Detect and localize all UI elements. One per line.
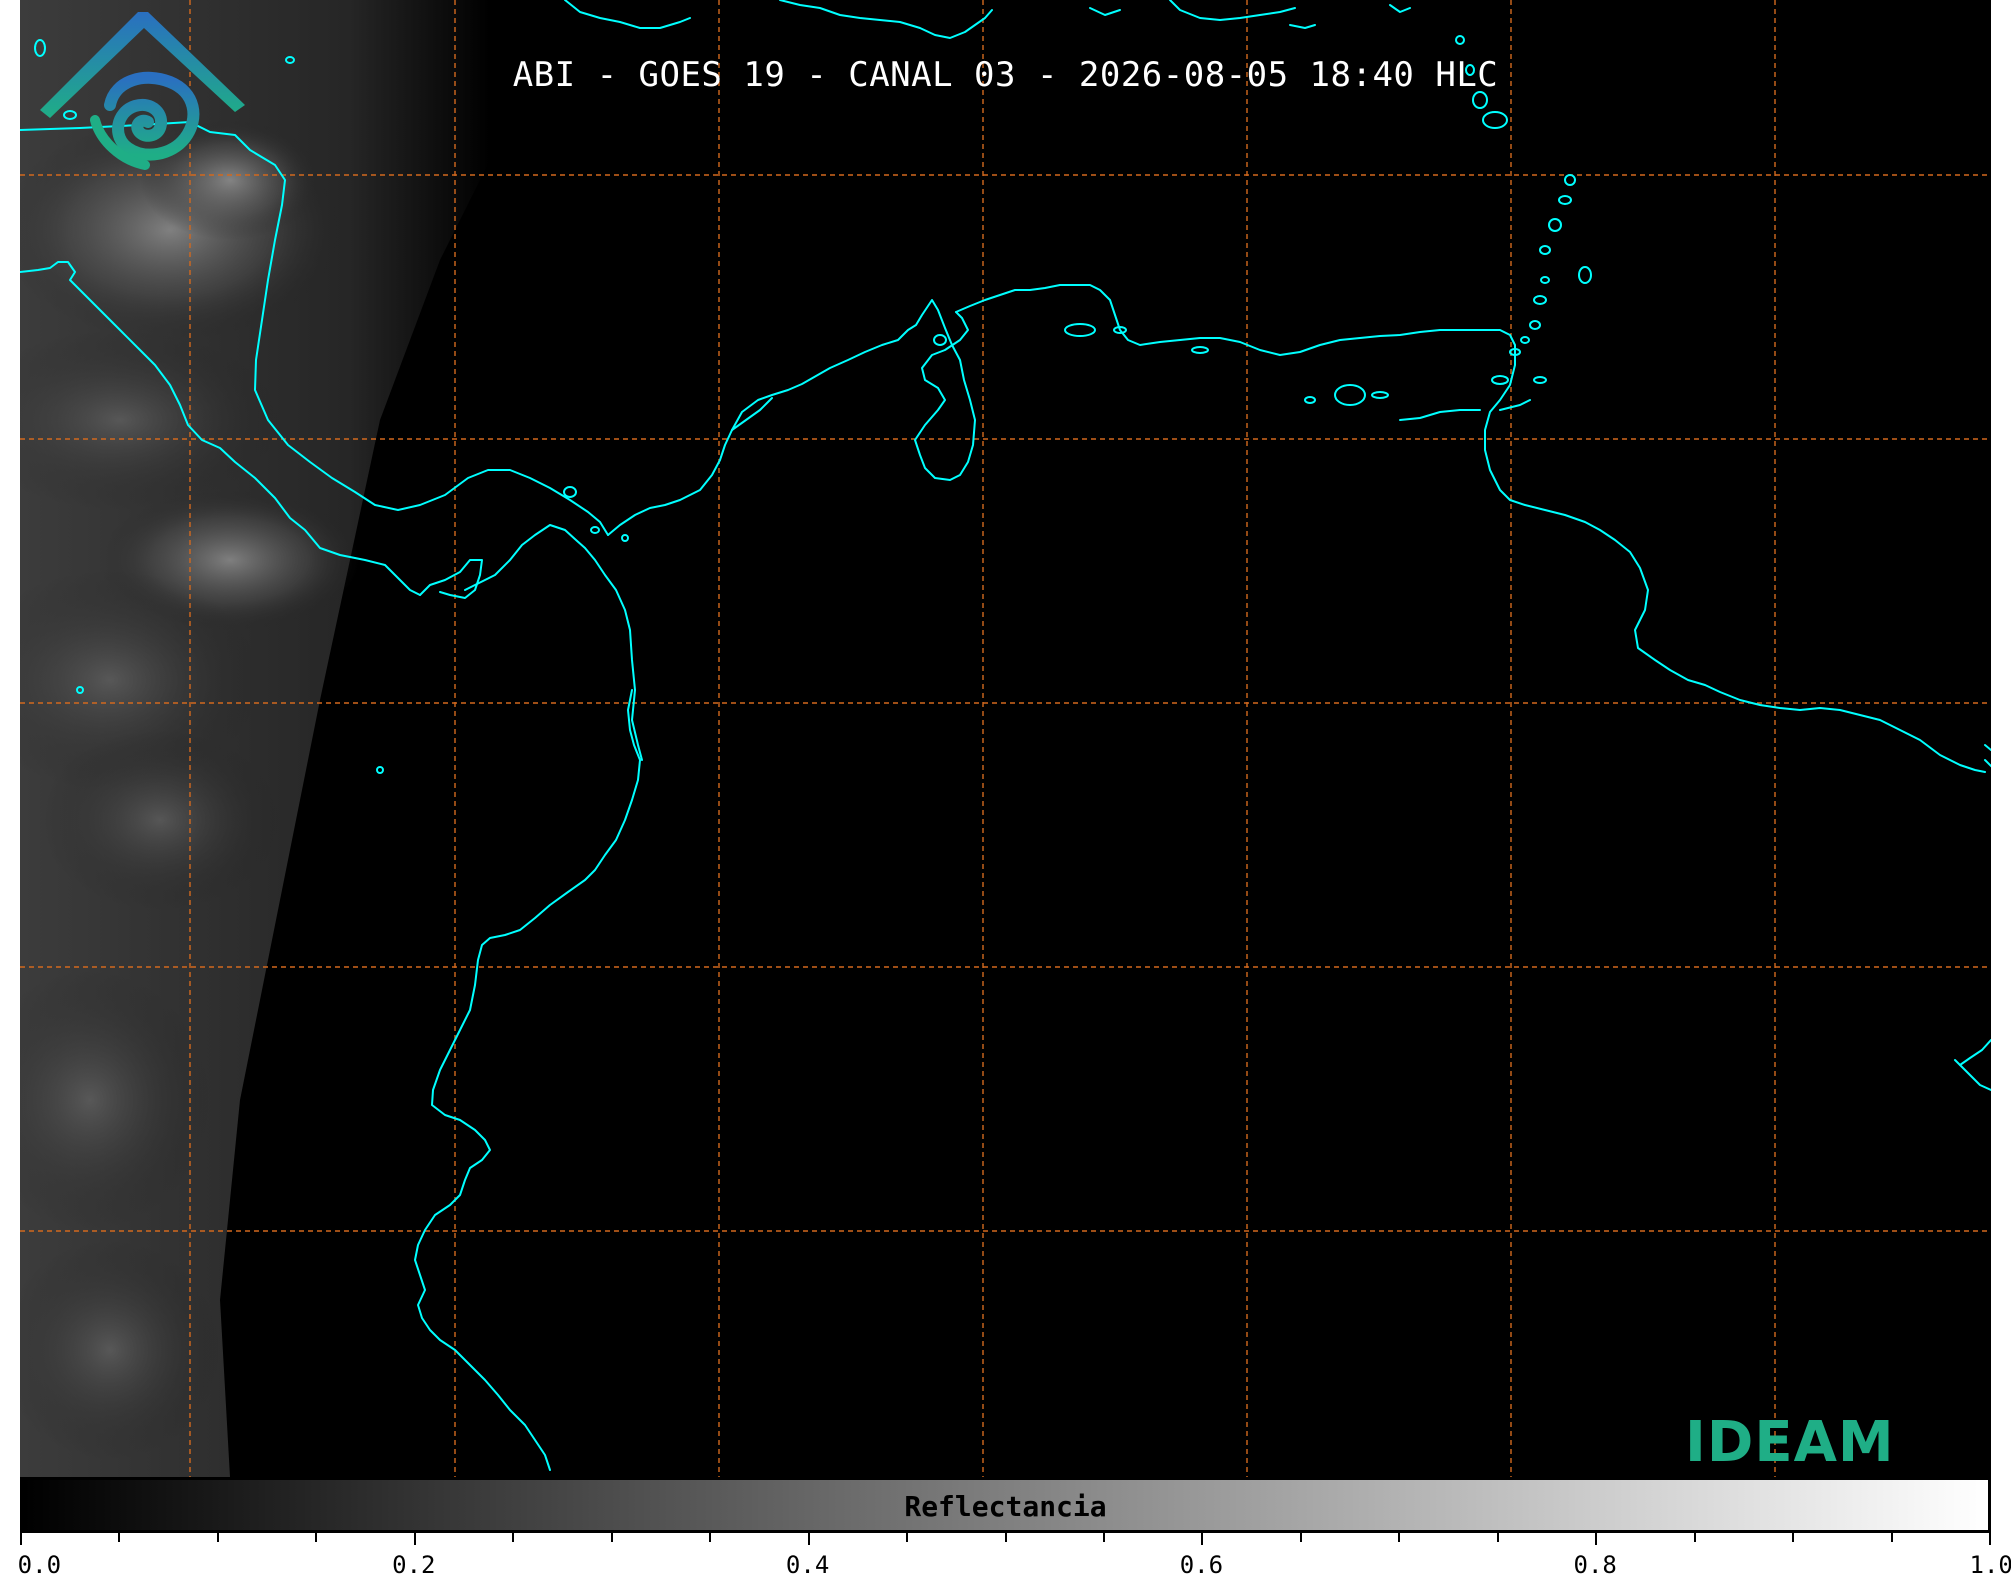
tick-label: 0.6 (1179, 1551, 1224, 1579)
tick-label: 0.8 (1573, 1551, 1617, 1579)
minor-tick (1890, 1533, 1893, 1542)
tick-label: 0.0 (17, 1551, 62, 1579)
minor-tick (315, 1533, 318, 1542)
minor-tick (1398, 1533, 1401, 1542)
colorbar-label: Reflectancia (904, 1490, 1107, 1523)
minor-tick (216, 1533, 219, 1542)
logo-text: IDEAM (1685, 1410, 1895, 1475)
minor-tick (1693, 1533, 1696, 1542)
minor-tick (610, 1533, 613, 1542)
minor-tick (1496, 1533, 1499, 1542)
major-tick (20, 1533, 22, 1545)
map-canvas (20, 0, 1991, 1477)
minor-tick (118, 1533, 121, 1542)
minor-tick (1792, 1533, 1795, 1542)
major-tick (1989, 1533, 1991, 1545)
satellite-map: ABI - GOES 19 - CANAL 03 - 2026-08-05 18… (20, 0, 1991, 1477)
minor-tick (906, 1533, 909, 1542)
minor-tick (1299, 1533, 1302, 1542)
ideam-logo (40, 12, 245, 170)
minor-tick (709, 1533, 712, 1542)
colorbar-axis: 0.0 0.2 0.4 0.6 0.8 1.0 (17, 1533, 2011, 1579)
major-tick (807, 1533, 810, 1545)
cloud-field (20, 0, 490, 1477)
minor-tick (512, 1533, 515, 1542)
major-tick (1595, 1533, 1598, 1545)
satellite-image-page: ABI - GOES 19 - CANAL 03 - 2026-08-05 18… (0, 0, 2011, 1579)
minor-tick (1102, 1533, 1105, 1542)
major-tick (1201, 1533, 1204, 1545)
tick-label: 0.2 (392, 1551, 436, 1579)
reflectance-colorbar: Reflectancia (20, 1477, 1991, 1533)
tick-label: 0.4 (785, 1551, 830, 1579)
tick-label: 1.0 (1969, 1551, 2011, 1579)
minor-tick (1004, 1533, 1007, 1542)
image-title: ABI - GOES 19 - CANAL 03 - 2026-08-05 18… (512, 55, 1499, 95)
major-tick (413, 1533, 416, 1545)
